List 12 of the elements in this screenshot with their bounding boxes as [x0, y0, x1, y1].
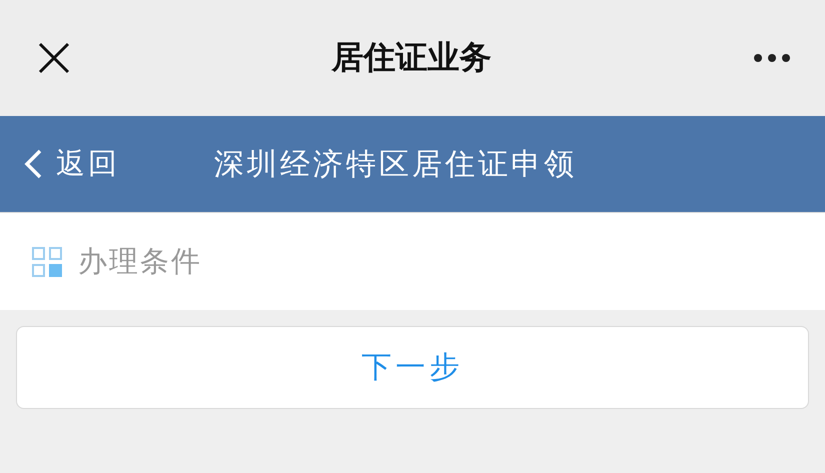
close-button[interactable]	[38, 42, 70, 74]
conditions-row[interactable]: 办理条件	[0, 213, 825, 310]
header-title: 深圳经济特区居住证申领	[214, 146, 577, 184]
more-button[interactable]	[753, 53, 791, 63]
page-title: 居住证业务	[332, 37, 492, 78]
close-icon	[38, 42, 70, 74]
conditions-label: 办理条件	[78, 242, 202, 280]
more-icon	[753, 53, 791, 63]
grid-icon	[32, 246, 62, 276]
next-step-button[interactable]: 下一步	[16, 326, 809, 409]
back-button[interactable]: 返回	[24, 144, 214, 184]
chevron-left-icon	[24, 149, 42, 179]
